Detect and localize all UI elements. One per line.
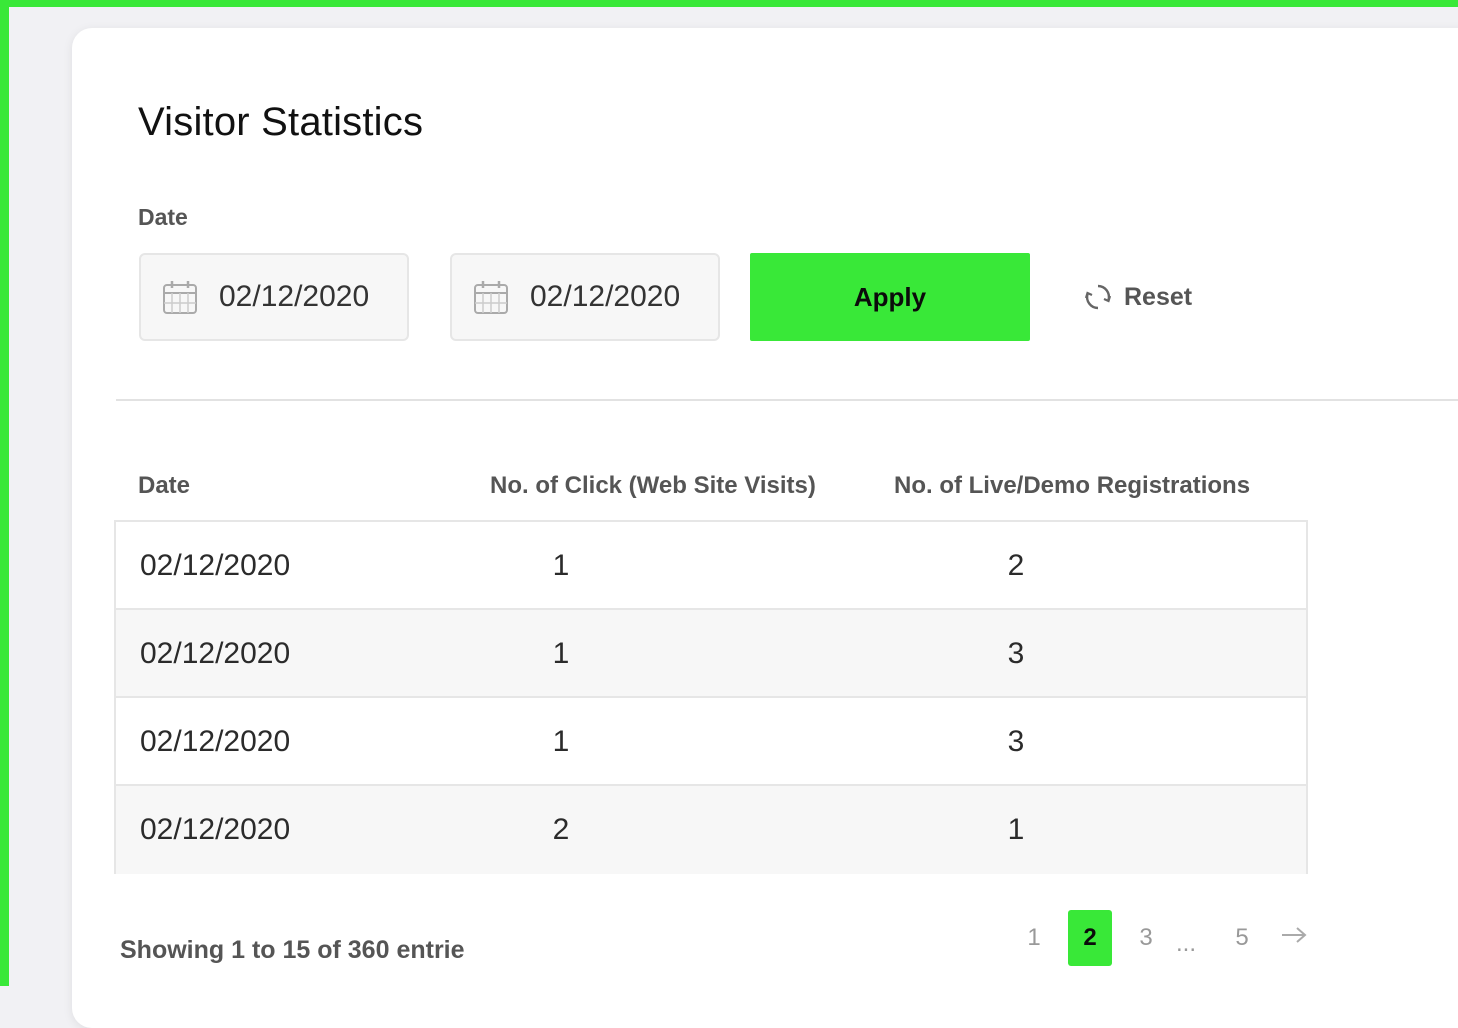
arrow-right-icon <box>1280 924 1308 952</box>
end-date-value: 02/12/2020 <box>530 280 681 313</box>
cell-date: 02/12/2020 <box>140 637 291 670</box>
table-row: 02/12/2020 1 3 <box>116 610 1306 698</box>
column-header-clicks: No. of Click (Web Site Visits) <box>490 472 816 499</box>
end-date-field[interactable]: 02/12/2020 <box>450 253 720 341</box>
start-date-value: 02/12/2020 <box>219 280 370 313</box>
frame-border-left <box>0 0 9 986</box>
calendar-icon <box>472 278 510 316</box>
cell-clicks: 1 <box>552 725 570 758</box>
statistics-table: 02/12/2020 1 2 02/12/2020 1 3 02/12/2020… <box>114 520 1308 874</box>
page-1-button[interactable]: 1 <box>1012 910 1056 966</box>
cell-date: 02/12/2020 <box>140 725 291 758</box>
page-title: Visitor Statistics <box>138 100 424 144</box>
cell-date: 02/12/2020 <box>140 813 291 846</box>
start-date-field[interactable]: 02/12/2020 <box>139 253 409 341</box>
section-divider <box>116 399 1458 401</box>
cell-clicks: 1 <box>552 637 570 670</box>
reset-label: Reset <box>1124 282 1193 311</box>
cell-registrations: 3 <box>1007 725 1025 758</box>
cell-registrations: 1 <box>1007 813 1025 846</box>
page-5-button[interactable]: 5 <box>1220 910 1264 966</box>
frame-border-top <box>0 0 1458 7</box>
cell-date: 02/12/2020 <box>140 549 291 582</box>
page-2-button[interactable]: 2 <box>1068 910 1112 966</box>
date-filter-label: Date <box>138 204 188 230</box>
table-row: 02/12/2020 1 3 <box>116 698 1306 786</box>
table-row: 02/12/2020 2 1 <box>116 786 1306 874</box>
cell-registrations: 2 <box>1007 549 1025 582</box>
column-header-date: Date <box>138 472 191 499</box>
reset-button[interactable]: Reset <box>1082 278 1192 316</box>
entries-info: Showing 1 to 15 of 360 entrie <box>120 936 465 964</box>
next-page-button[interactable] <box>1274 910 1314 966</box>
cell-registrations: 3 <box>1007 637 1025 670</box>
calendar-icon <box>161 278 199 316</box>
pagination-ellipsis: ... <box>1176 930 1197 957</box>
refresh-icon <box>1082 281 1114 313</box>
table-row: 02/12/2020 1 2 <box>116 522 1306 610</box>
cell-clicks: 2 <box>552 813 570 846</box>
apply-button[interactable]: Apply <box>750 253 1030 341</box>
cell-clicks: 1 <box>552 549 570 582</box>
column-header-registrations: No. of Live/Demo Registrations <box>894 472 1251 499</box>
page-3-button[interactable]: 3 <box>1124 910 1168 966</box>
